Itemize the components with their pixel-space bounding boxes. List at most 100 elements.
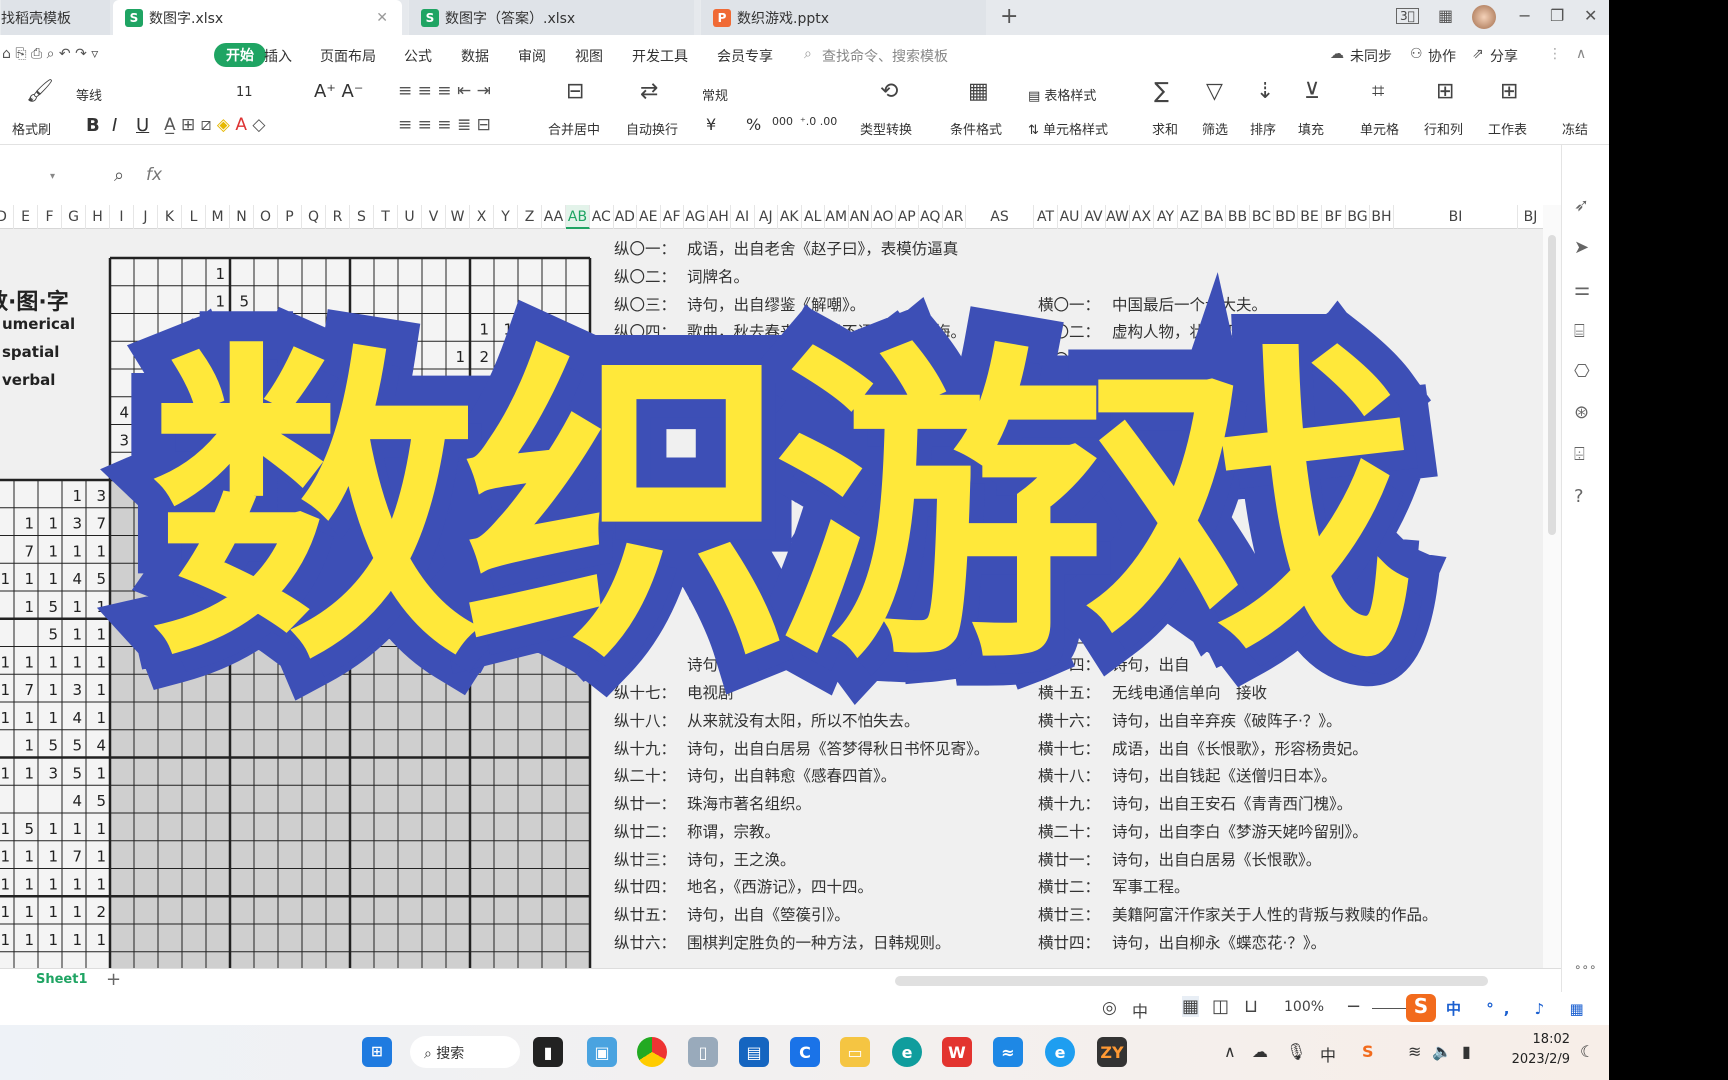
file-explorer-icon[interactable]: ▭: [840, 1037, 870, 1067]
wifi-icon[interactable]: ≋: [1408, 1042, 1421, 1061]
zoom-level[interactable]: 100%: [1284, 999, 1324, 1015]
column-header-ag[interactable]: AG: [684, 205, 708, 229]
font-format-icons[interactable]: A̲ ⊞ ⧄ ◈ A ◇: [164, 115, 266, 135]
column-header-ay[interactable]: AY: [1154, 205, 1178, 229]
menu-page-layout[interactable]: 页面布局: [320, 46, 376, 66]
column-header-t[interactable]: T: [374, 205, 398, 229]
number-format-select[interactable]: 常规: [702, 85, 852, 104]
menu-view[interactable]: 视图: [575, 46, 603, 66]
cursor-icon[interactable]: ➤: [1574, 237, 1589, 258]
format-painter-icon[interactable]: 🖌: [26, 79, 54, 104]
thousands-button[interactable]: 000: [772, 115, 793, 128]
column-header-ac[interactable]: AC: [590, 205, 614, 229]
column-header-bj[interactable]: BJ: [1518, 205, 1544, 229]
layout-icon[interactable]: ⌸: [1574, 321, 1585, 342]
page-break-view-icon[interactable]: ⊔: [1244, 996, 1258, 1017]
column-header-z[interactable]: Z: [518, 205, 542, 229]
scroll-thumb[interactable]: [1548, 235, 1556, 535]
task-view-icon[interactable]: ▮: [533, 1037, 563, 1067]
more-icon[interactable]: ⋮: [1548, 46, 1562, 62]
column-header-bi[interactable]: BI: [1394, 205, 1518, 229]
sort-button[interactable]: 排序: [1250, 119, 1276, 138]
cell-button[interactable]: 单元格: [1360, 119, 1399, 138]
volume-icon[interactable]: 🔈: [1432, 1042, 1452, 1061]
zoom-formula-icon[interactable]: ⌕: [114, 165, 124, 186]
fx-button[interactable]: fx: [146, 165, 162, 185]
column-header-w[interactable]: W: [446, 205, 470, 229]
fill-button[interactable]: 填充: [1298, 119, 1324, 138]
column-header-m[interactable]: M: [206, 205, 230, 229]
column-header-aj[interactable]: AJ: [755, 205, 778, 229]
column-header-bd[interactable]: BD: [1274, 205, 1298, 229]
column-header-as[interactable]: AS: [966, 205, 1034, 229]
menu-data[interactable]: 数据: [461, 46, 489, 66]
chrome-icon[interactable]: [637, 1037, 667, 1067]
column-header-aa[interactable]: AA: [542, 205, 566, 229]
column-header-bg[interactable]: BG: [1346, 205, 1370, 229]
column-header-bh[interactable]: BH: [1370, 205, 1394, 229]
column-header-e[interactable]: E: [14, 205, 38, 229]
column-header-al[interactable]: AL: [802, 205, 825, 229]
help-icon[interactable]: ?: [1574, 486, 1584, 507]
collapse-ribbon-icon[interactable]: ∧: [1576, 46, 1586, 62]
type-convert-button[interactable]: 类型转换: [860, 119, 912, 138]
column-header-ak[interactable]: AK: [778, 205, 802, 229]
column-header-y[interactable]: Y: [494, 205, 518, 229]
book-icon[interactable]: ⌹: [1574, 444, 1585, 465]
tab-pptx[interactable]: P 数织游戏.pptx: [700, 0, 986, 35]
zoom-out-button[interactable]: −: [1346, 996, 1361, 1017]
windows-start-icon[interactable]: ⊞: [362, 1037, 392, 1067]
sum-button[interactable]: 求和: [1152, 119, 1178, 138]
store-icon[interactable]: ▤: [739, 1037, 769, 1067]
font-size-select[interactable]: 11: [236, 85, 253, 100]
taskbar-search[interactable]: ⌕ 搜索: [410, 1036, 520, 1068]
menu-developer[interactable]: 开发工具: [632, 46, 688, 66]
cell-style-button[interactable]: ⇅ 单元格样式: [1028, 119, 1108, 138]
column-header-j[interactable]: J: [134, 205, 158, 229]
column-header-af[interactable]: AF: [661, 205, 684, 229]
column-header-ao[interactable]: AO: [872, 205, 896, 229]
apps-grid-icon[interactable]: ▦: [1438, 6, 1453, 25]
tab-template-store[interactable]: 找稻壳模板: [0, 0, 110, 35]
sync-button[interactable]: 未同步: [1350, 46, 1392, 66]
column-header-n[interactable]: N: [230, 205, 254, 229]
menu-member[interactable]: 会员专享: [717, 46, 773, 66]
merge-center-button[interactable]: 合并居中: [548, 119, 600, 138]
column-header-ah[interactable]: AH: [708, 205, 731, 229]
close-tab-icon[interactable]: ✕: [376, 10, 388, 26]
font-grow-shrink-icons[interactable]: A⁺ A⁻: [314, 81, 363, 102]
minimize-button[interactable]: −: [1518, 6, 1531, 25]
column-header-bf[interactable]: BF: [1322, 205, 1346, 229]
column-header-p[interactable]: P: [278, 205, 302, 229]
text-align-icons[interactable]: ≡ ≡ ≡ ≣ ⊟: [398, 115, 491, 135]
horizontal-scrollbar[interactable]: [895, 976, 1488, 986]
new-tab-button[interactable]: +: [1000, 4, 1018, 29]
tray-ime[interactable]: 中: [1320, 1042, 1336, 1066]
column-header-az[interactable]: AZ: [1178, 205, 1202, 229]
compass-icon[interactable]: ⊛: [1574, 402, 1589, 423]
mic-icon[interactable]: 🎙: [1286, 1042, 1306, 1061]
row-col-button[interactable]: 行和列: [1424, 119, 1463, 138]
underline-button[interactable]: U: [136, 115, 149, 136]
column-header-aq[interactable]: AQ: [919, 205, 943, 229]
align-icons[interactable]: ≡ ≡ ≡ ⇤ ⇥: [398, 81, 491, 101]
zy-app-icon[interactable]: ZY: [1097, 1037, 1127, 1067]
column-header-ai[interactable]: AI: [731, 205, 755, 229]
column-header-k[interactable]: K: [158, 205, 182, 229]
ai-icon[interactable]: ⎔: [1574, 361, 1590, 382]
collab-button[interactable]: 协作: [1428, 46, 1456, 66]
column-header-l[interactable]: L: [182, 205, 206, 229]
column-header-ax[interactable]: AX: [1130, 205, 1154, 229]
tray-expand-icon[interactable]: ∧: [1224, 1042, 1236, 1061]
menu-review[interactable]: 审阅: [518, 46, 546, 66]
column-header-ba[interactable]: BA: [1202, 205, 1226, 229]
eye-protection-icon[interactable]: ◎: [1102, 998, 1117, 1018]
battery-icon[interactable]: ▮: [1462, 1042, 1471, 1061]
add-sheet-button[interactable]: +: [106, 969, 121, 990]
clock-date[interactable]: 2023/2/9: [1498, 1052, 1570, 1067]
tab-shutuzi-xlsx[interactable]: S 数图字.xlsx ✕: [113, 0, 402, 35]
format-painter-button[interactable]: 格式刷: [12, 119, 51, 138]
worksheet-button[interactable]: 工作表: [1488, 119, 1527, 138]
percent-button[interactable]: %: [746, 115, 761, 134]
freeze-button[interactable]: 冻结: [1562, 119, 1588, 138]
